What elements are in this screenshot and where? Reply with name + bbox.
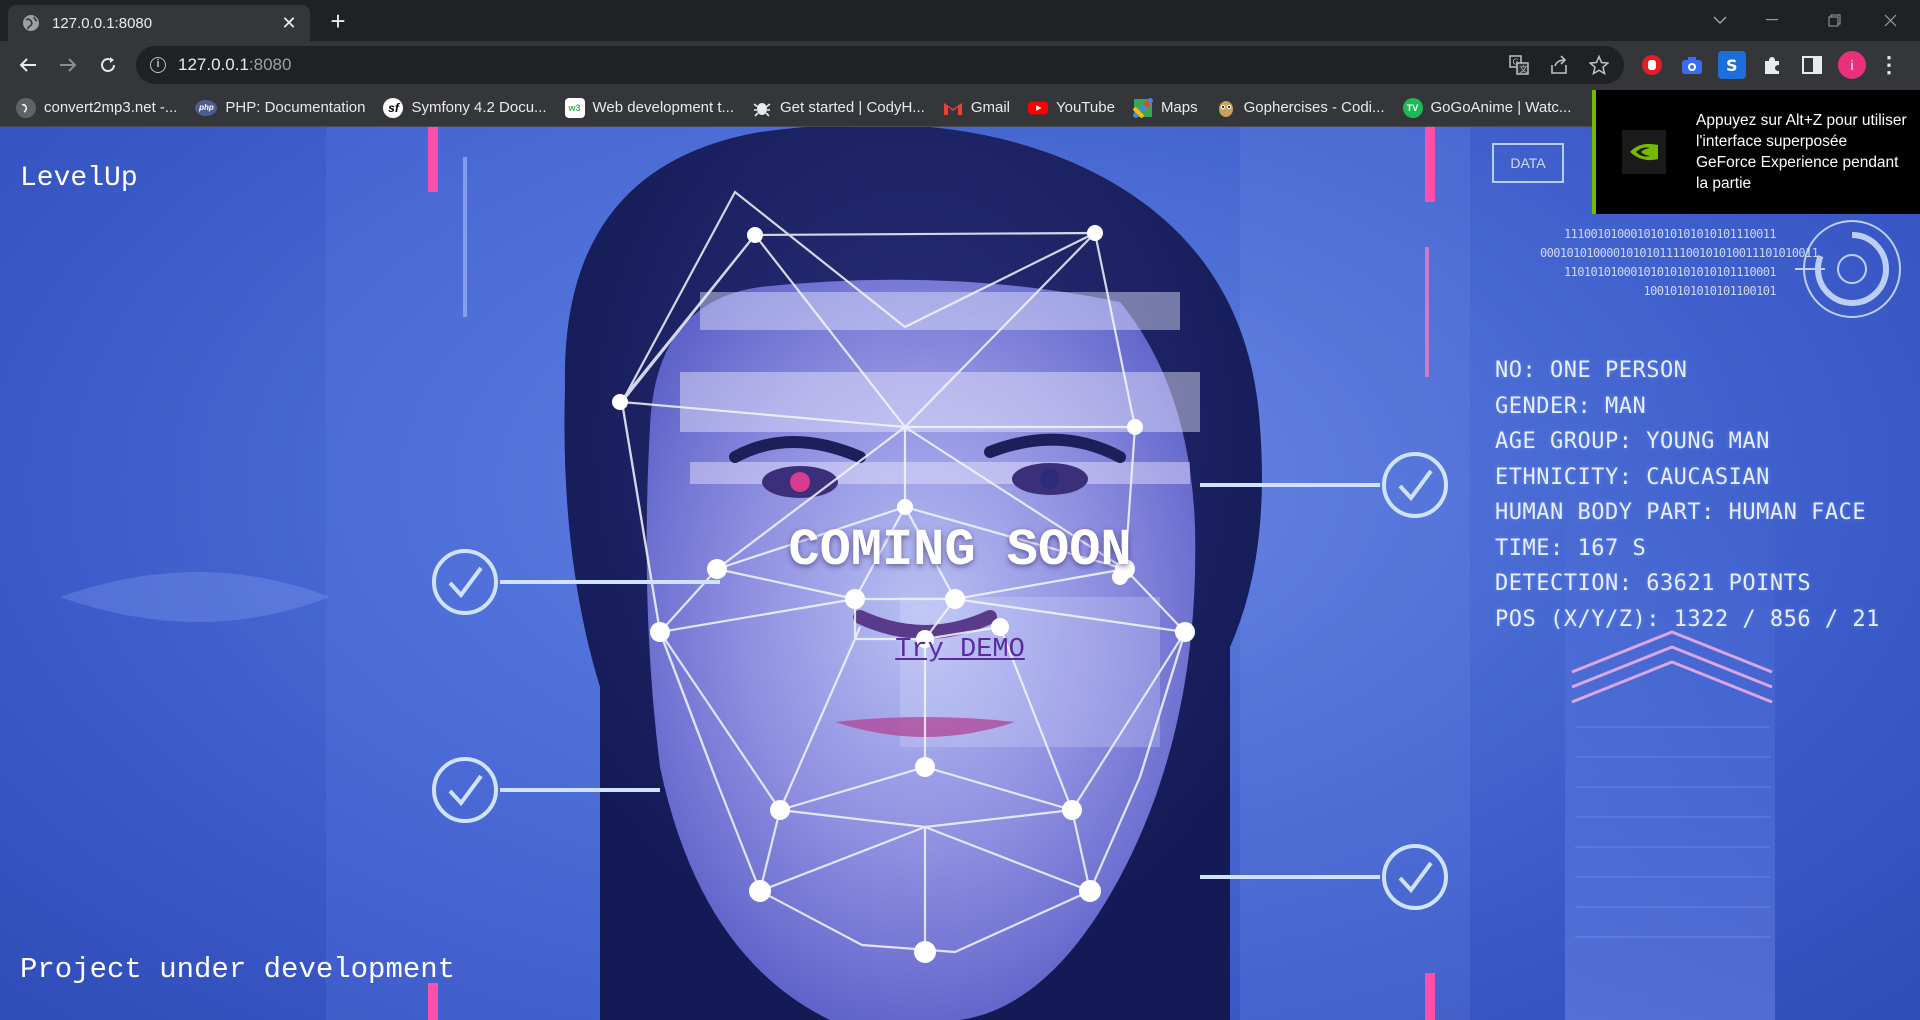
- binary-line: 11010101000101010101010101110001: [1564, 265, 1777, 279]
- w3schools-icon: w3: [564, 97, 585, 118]
- bookmark-star-icon[interactable]: [1588, 54, 1610, 76]
- gmail-icon: [943, 98, 963, 118]
- youtube-icon: [1027, 98, 1048, 118]
- bookmark-item[interactable]: Gophercises - Codi...: [1216, 98, 1385, 118]
- share-icon[interactable]: [1548, 54, 1570, 76]
- close-tab-icon[interactable]: ✕: [278, 13, 300, 34]
- tab-strip: 127.0.0.1:8080 ✕ +: [0, 0, 1920, 41]
- brand-logo[interactable]: LevelUp: [20, 163, 138, 194]
- bookmark-item[interactable]: convert2mp3.net -...: [16, 97, 178, 118]
- bookmark-item[interactable]: Gmail: [943, 98, 1010, 118]
- forward-button[interactable]: [54, 51, 82, 79]
- profile-avatar[interactable]: i: [1838, 51, 1866, 79]
- globe-icon: [16, 97, 36, 118]
- site-info-icon[interactable]: i: [150, 57, 166, 73]
- binary-line: 11100101000101010101010101110011: [1564, 227, 1777, 241]
- demo-link-container: Try DEMO: [0, 635, 1920, 665]
- readout-line: POS (X/Y/Z): 1322 / 856 / 21: [1495, 606, 1880, 632]
- globe-icon: [22, 14, 40, 32]
- restore-button[interactable]: [1814, 6, 1854, 34]
- symfony-icon: sf: [383, 97, 404, 118]
- side-panel-icon[interactable]: [1798, 51, 1826, 79]
- nvidia-icon: [1622, 130, 1666, 174]
- close-window-button[interactable]: [1870, 6, 1910, 34]
- svg-text:S: S: [1726, 56, 1738, 74]
- bookmark-label: Get started | CodyH...: [780, 99, 925, 116]
- url-host: 127.0.0.1: [178, 55, 249, 74]
- detection-readout: NO: ONE PERSON GENDER: MAN AGE GROUP: YO…: [1495, 353, 1880, 637]
- data-label: DATA: [1492, 143, 1564, 183]
- gogoanime-icon: TV: [1402, 97, 1423, 118]
- camera-extension-icon[interactable]: [1678, 51, 1706, 79]
- page-viewport: DATA 11100101000101010101010101110011 00…: [0, 127, 1920, 1020]
- bookmark-item[interactable]: Get started | CodyH...: [752, 98, 925, 118]
- back-button[interactable]: [14, 51, 42, 79]
- bookmark-label: PHP: Documentation: [225, 99, 366, 116]
- bookmark-item[interactable]: Maps: [1132, 97, 1198, 118]
- bookmark-item[interactable]: php PHP: Documentation: [195, 99, 365, 116]
- bookmark-label: Maps: [1160, 99, 1198, 116]
- address-bar[interactable]: i 127.0.0.1:8080 G文: [136, 46, 1624, 84]
- binary-line: 10010101010101100101: [1643, 284, 1777, 298]
- bookmark-label: Web development t...: [592, 99, 735, 116]
- translate-icon[interactable]: G文: [1508, 54, 1530, 76]
- more-menu-icon[interactable]: ⋮: [1878, 52, 1900, 78]
- bookmark-label: Gmail: [970, 99, 1010, 116]
- gopher-icon: [1216, 98, 1236, 118]
- readout-line: AGE GROUP: YOUNG MAN: [1495, 429, 1770, 454]
- svg-text:G: G: [1513, 58, 1519, 67]
- readout-line: NO: ONE PERSON: [1495, 358, 1688, 383]
- readout-line: GENDER: MAN: [1495, 393, 1647, 419]
- s-extension-icon[interactable]: S: [1718, 51, 1746, 79]
- try-demo-link[interactable]: Try DEMO: [895, 635, 1025, 665]
- minimize-button[interactable]: [1752, 6, 1792, 34]
- bookmark-item[interactable]: TV GoGoAnime | Watc...: [1402, 97, 1572, 118]
- binary-readout: 11100101000101010101010101110011 0001010…: [1540, 225, 1819, 301]
- reload-button[interactable]: [94, 51, 122, 79]
- bookmark-item[interactable]: sf Symfony 4.2 Docu...: [383, 97, 547, 118]
- binary-line: 0001010100001010101111001010100111010100…: [1540, 246, 1819, 260]
- browser-tab[interactable]: 127.0.0.1:8080 ✕: [8, 5, 310, 41]
- overlay-message: Appuyez sur Alt+Z pour utiliser l'interf…: [1696, 112, 1907, 192]
- bookmark-label: Symfony 4.2 Docu...: [411, 99, 547, 116]
- new-tab-button[interactable]: +: [324, 8, 352, 36]
- svg-text:文: 文: [1520, 64, 1528, 74]
- bookmark-label: convert2mp3.net -...: [44, 99, 178, 116]
- page-title: COMING SOON: [788, 521, 1132, 580]
- maps-icon: [1132, 97, 1153, 118]
- url-port: :8080: [248, 55, 292, 74]
- php-icon: php: [195, 99, 218, 116]
- hand-extension-icon[interactable]: [1638, 51, 1666, 79]
- bug-icon: [752, 98, 772, 118]
- bookmark-item[interactable]: w3 Web development t...: [564, 97, 735, 118]
- footer-note: Project under development: [20, 953, 456, 986]
- tab-search-icon[interactable]: [1700, 6, 1740, 34]
- bookmark-label: Gophercises - Codi...: [1243, 99, 1385, 116]
- puzzle-extensions-icon[interactable]: [1758, 51, 1786, 79]
- readout-line: ETHNICITY: CAUCASIAN: [1495, 464, 1770, 490]
- tab-title: 127.0.0.1:8080: [52, 14, 153, 32]
- bookmark-label: GoGoAnime | Watc...: [1430, 99, 1572, 116]
- bookmark-item[interactable]: YouTube: [1027, 98, 1115, 118]
- geforce-overlay-toast[interactable]: Appuyez sur Alt+Z pour utiliser l'interf…: [1592, 90, 1920, 214]
- browser-toolbar: i 127.0.0.1:8080 G文 S i ⋮: [0, 41, 1920, 89]
- bookmark-label: YouTube: [1055, 99, 1115, 116]
